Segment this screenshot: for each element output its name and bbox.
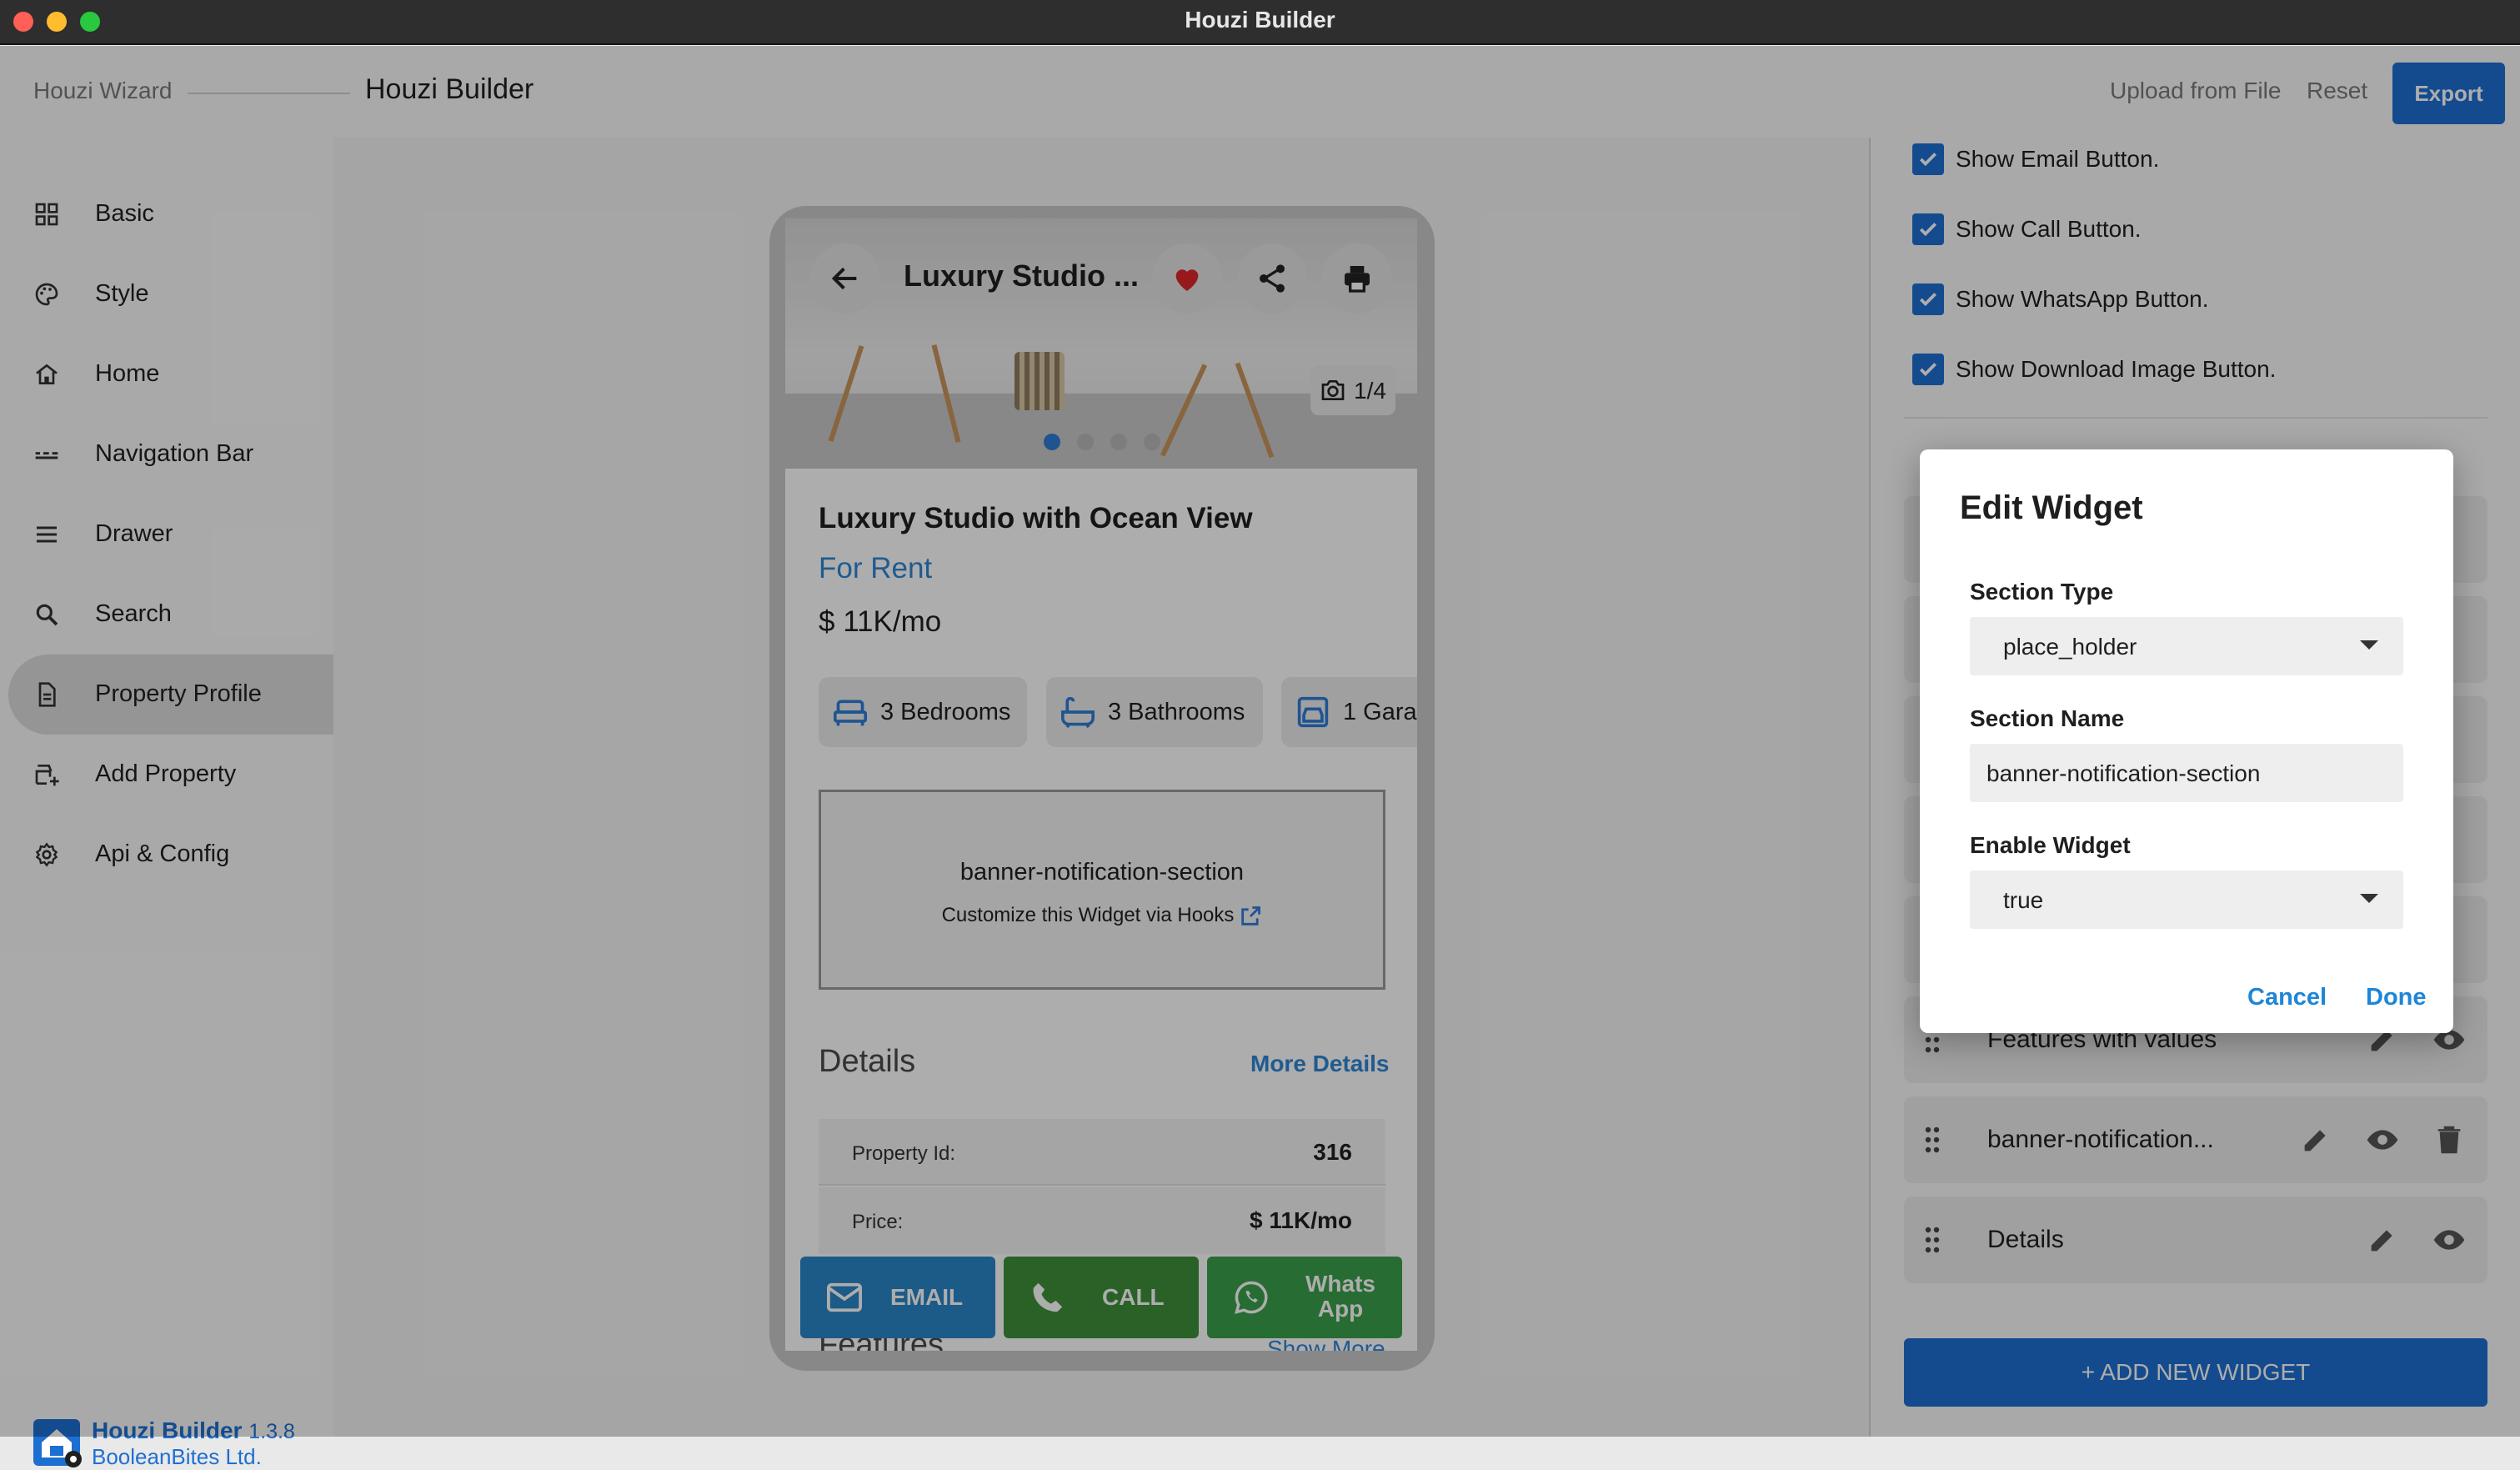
section-name-value: banner-notification-section	[1986, 760, 2261, 786]
edit-widget-dialog: Edit Widget Section Type place_holder Se…	[1920, 449, 2453, 1033]
section-type-label: Section Type	[1970, 579, 2114, 605]
window-title: Houzi Builder	[1185, 7, 1335, 33]
window-titlebar: Houzi Builder	[0, 0, 2520, 45]
dialog-title: Edit Widget	[1960, 489, 2143, 526]
chevron-down-icon	[2360, 894, 2378, 903]
section-name-label: Section Name	[1970, 705, 2125, 731]
enable-widget-value: true	[2003, 887, 2044, 913]
enable-widget-select[interactable]: true	[1970, 870, 2403, 929]
section-type-value: place_holder	[2003, 634, 2137, 660]
brand-company: BooleanBites Ltd.	[92, 1444, 262, 1469]
section-name-input[interactable]: banner-notification-section	[1970, 744, 2403, 802]
enable-widget-label: Enable Widget	[1970, 832, 2131, 858]
section-type-select[interactable]: place_holder	[1970, 617, 2403, 675]
cancel-button[interactable]: Cancel	[2247, 984, 2327, 1011]
chevron-down-icon	[2360, 640, 2378, 650]
done-button[interactable]: Done	[2366, 984, 2427, 1011]
